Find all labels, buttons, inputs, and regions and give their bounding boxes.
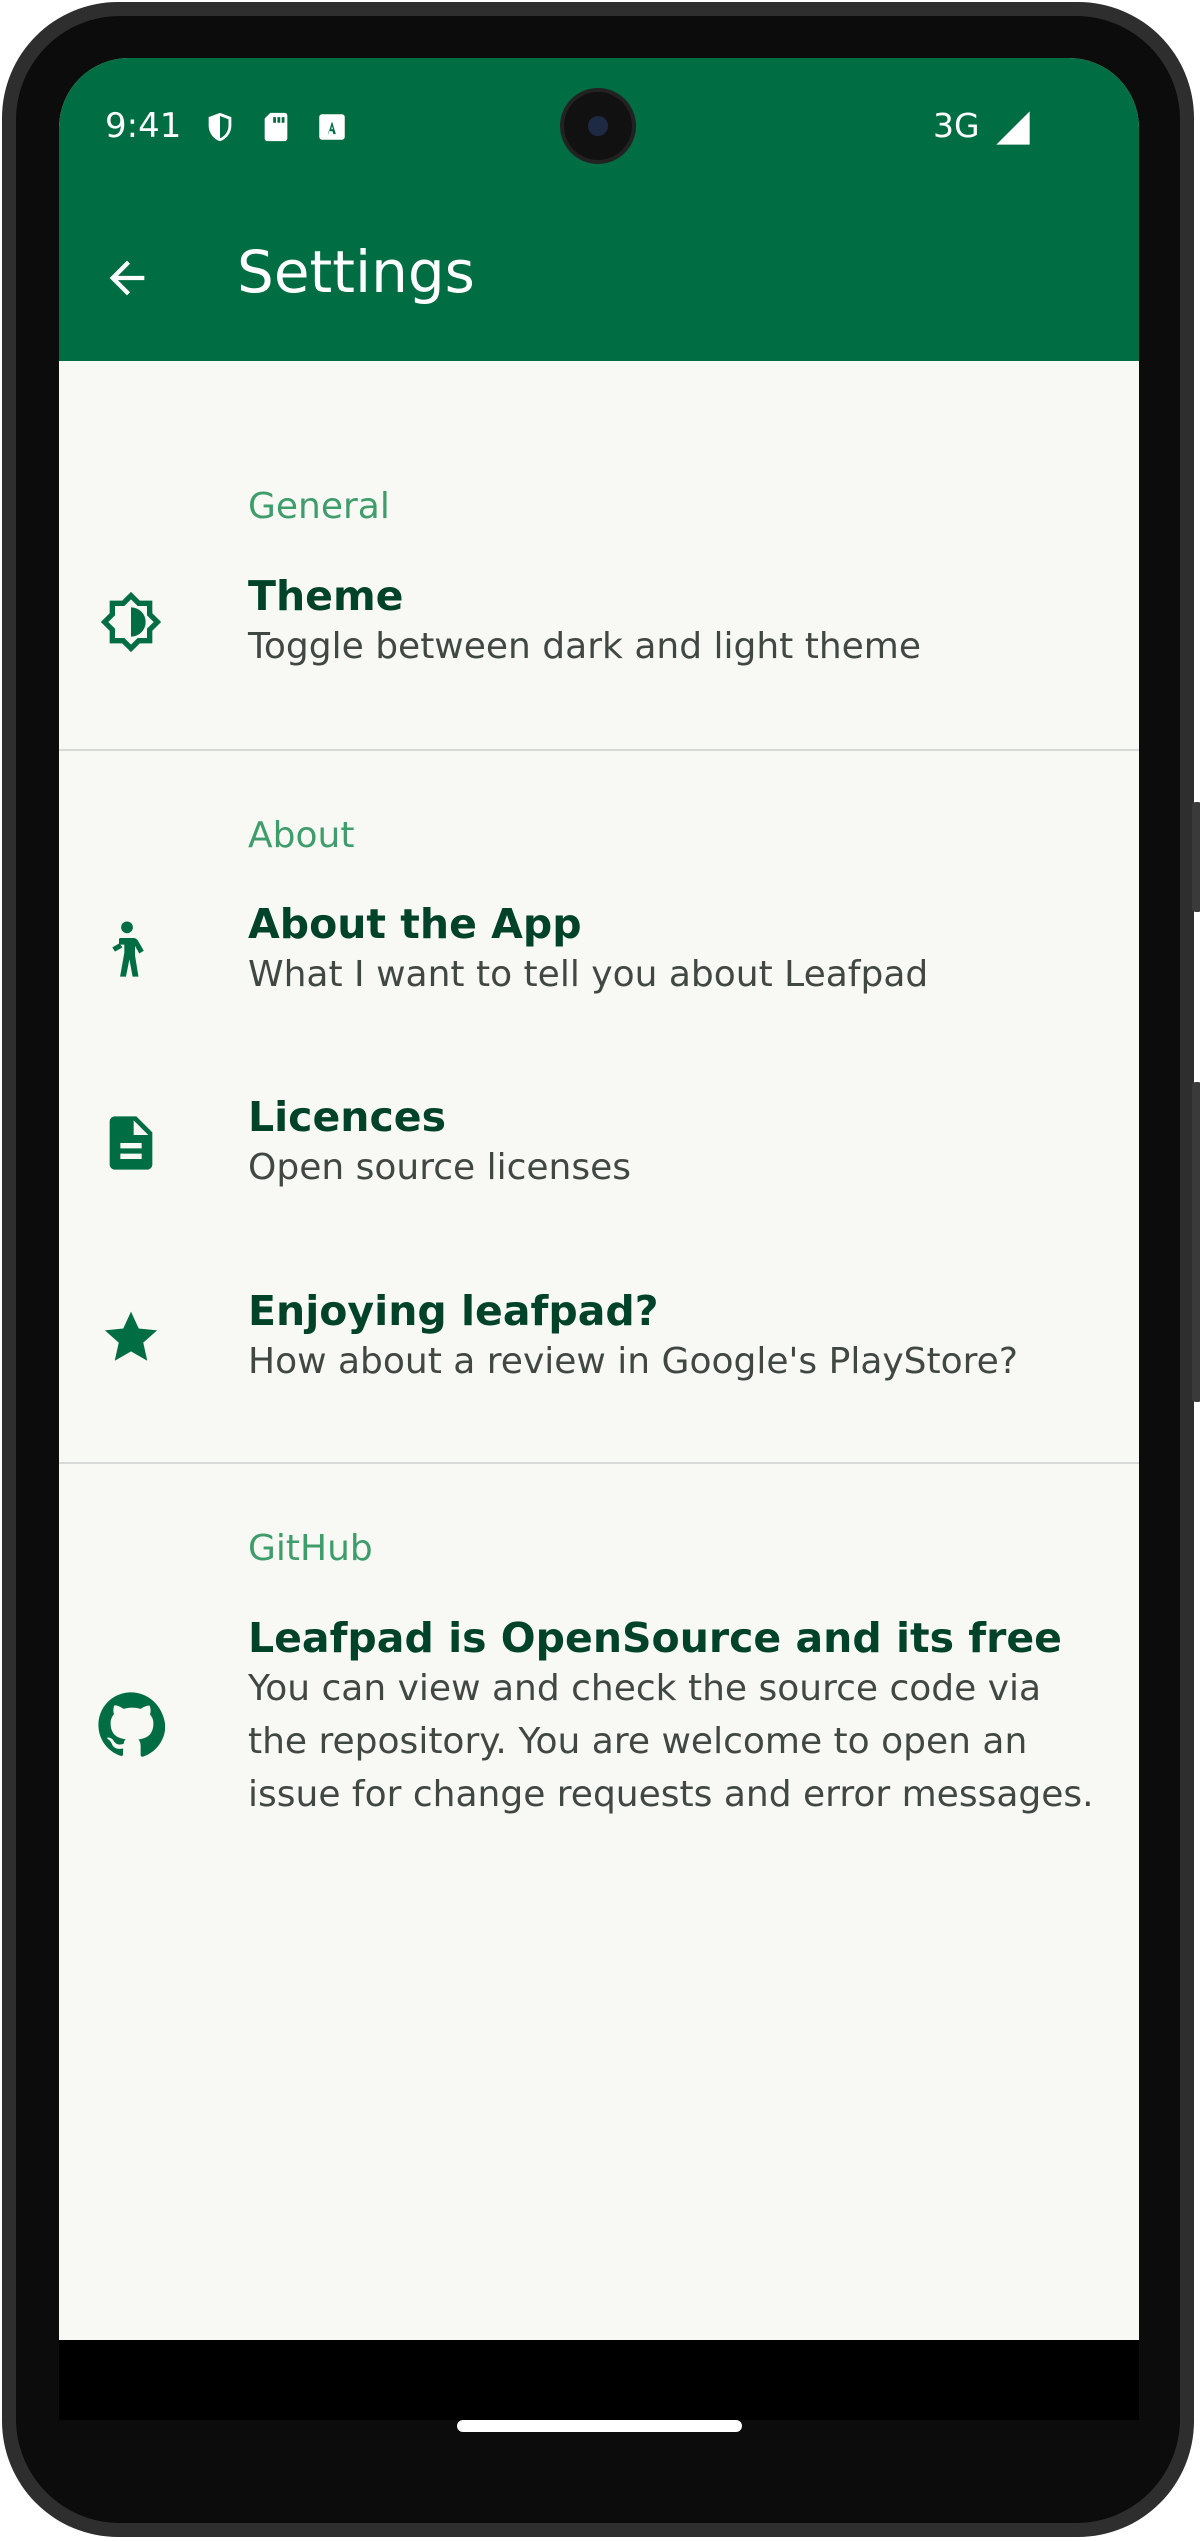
page-title: Settings <box>237 238 475 306</box>
gesture-handle[interactable] <box>457 2420 742 2432</box>
shield-icon <box>208 112 232 142</box>
document-icon <box>109 1116 153 1170</box>
screen: 9:41 3G Settings General Theme Toggle be… <box>59 58 1139 2398</box>
front-camera <box>564 92 632 160</box>
brightness-icon <box>100 591 162 653</box>
github-icon <box>98 1692 165 1757</box>
setting-subtitle: How about a review in Google's PlayStore… <box>248 1341 1018 1382</box>
arrow-back-icon[interactable] <box>101 252 153 304</box>
status-bar: 9:41 3G <box>59 58 1139 186</box>
setting-subtitle: Open source licenses <box>248 1147 632 1188</box>
section-header-github: GitHub <box>248 1528 373 1569</box>
keyboard-a-icon <box>319 114 345 140</box>
setting-title: Theme <box>248 572 404 620</box>
setting-subtitle: Toggle between dark and light theme <box>248 626 922 667</box>
setting-about-app[interactable]: About the App What I want to tell you ab… <box>59 874 1139 1026</box>
section-header-general: General <box>248 486 390 527</box>
status-time: 9:41 <box>105 106 182 146</box>
divider <box>59 1462 1139 1464</box>
sd-card-icon <box>264 112 288 142</box>
section-header-about: About <box>248 815 355 856</box>
volume-button <box>1192 1082 1200 1402</box>
setting-title: About the App <box>248 900 582 948</box>
person-icon <box>112 921 144 977</box>
setting-title: Leafpad is OpenSource and its free <box>248 1614 1062 1662</box>
divider <box>59 749 1139 751</box>
setting-review[interactable]: Enjoying leafpad? How about a review in … <box>59 1261 1139 1413</box>
star-icon <box>104 1311 158 1361</box>
app-bar: Settings <box>59 186 1139 361</box>
setting-licences[interactable]: Licences Open source licenses <box>59 1067 1139 1219</box>
setting-title: Enjoying leafpad? <box>248 1287 659 1335</box>
setting-theme[interactable]: Theme Toggle between dark and light them… <box>59 546 1139 698</box>
power-button <box>1192 802 1200 912</box>
signal-icon <box>996 111 1030 145</box>
network-type: 3G <box>933 106 980 145</box>
navigation-bar <box>59 2340 1139 2420</box>
setting-subtitle: You can view and check the source code v… <box>248 1668 1094 1815</box>
setting-github[interactable]: Leafpad is OpenSource and its free You c… <box>59 1588 1139 1818</box>
setting-subtitle: What I want to tell you about Leafpad <box>248 954 929 995</box>
setting-title: Licences <box>248 1093 446 1141</box>
